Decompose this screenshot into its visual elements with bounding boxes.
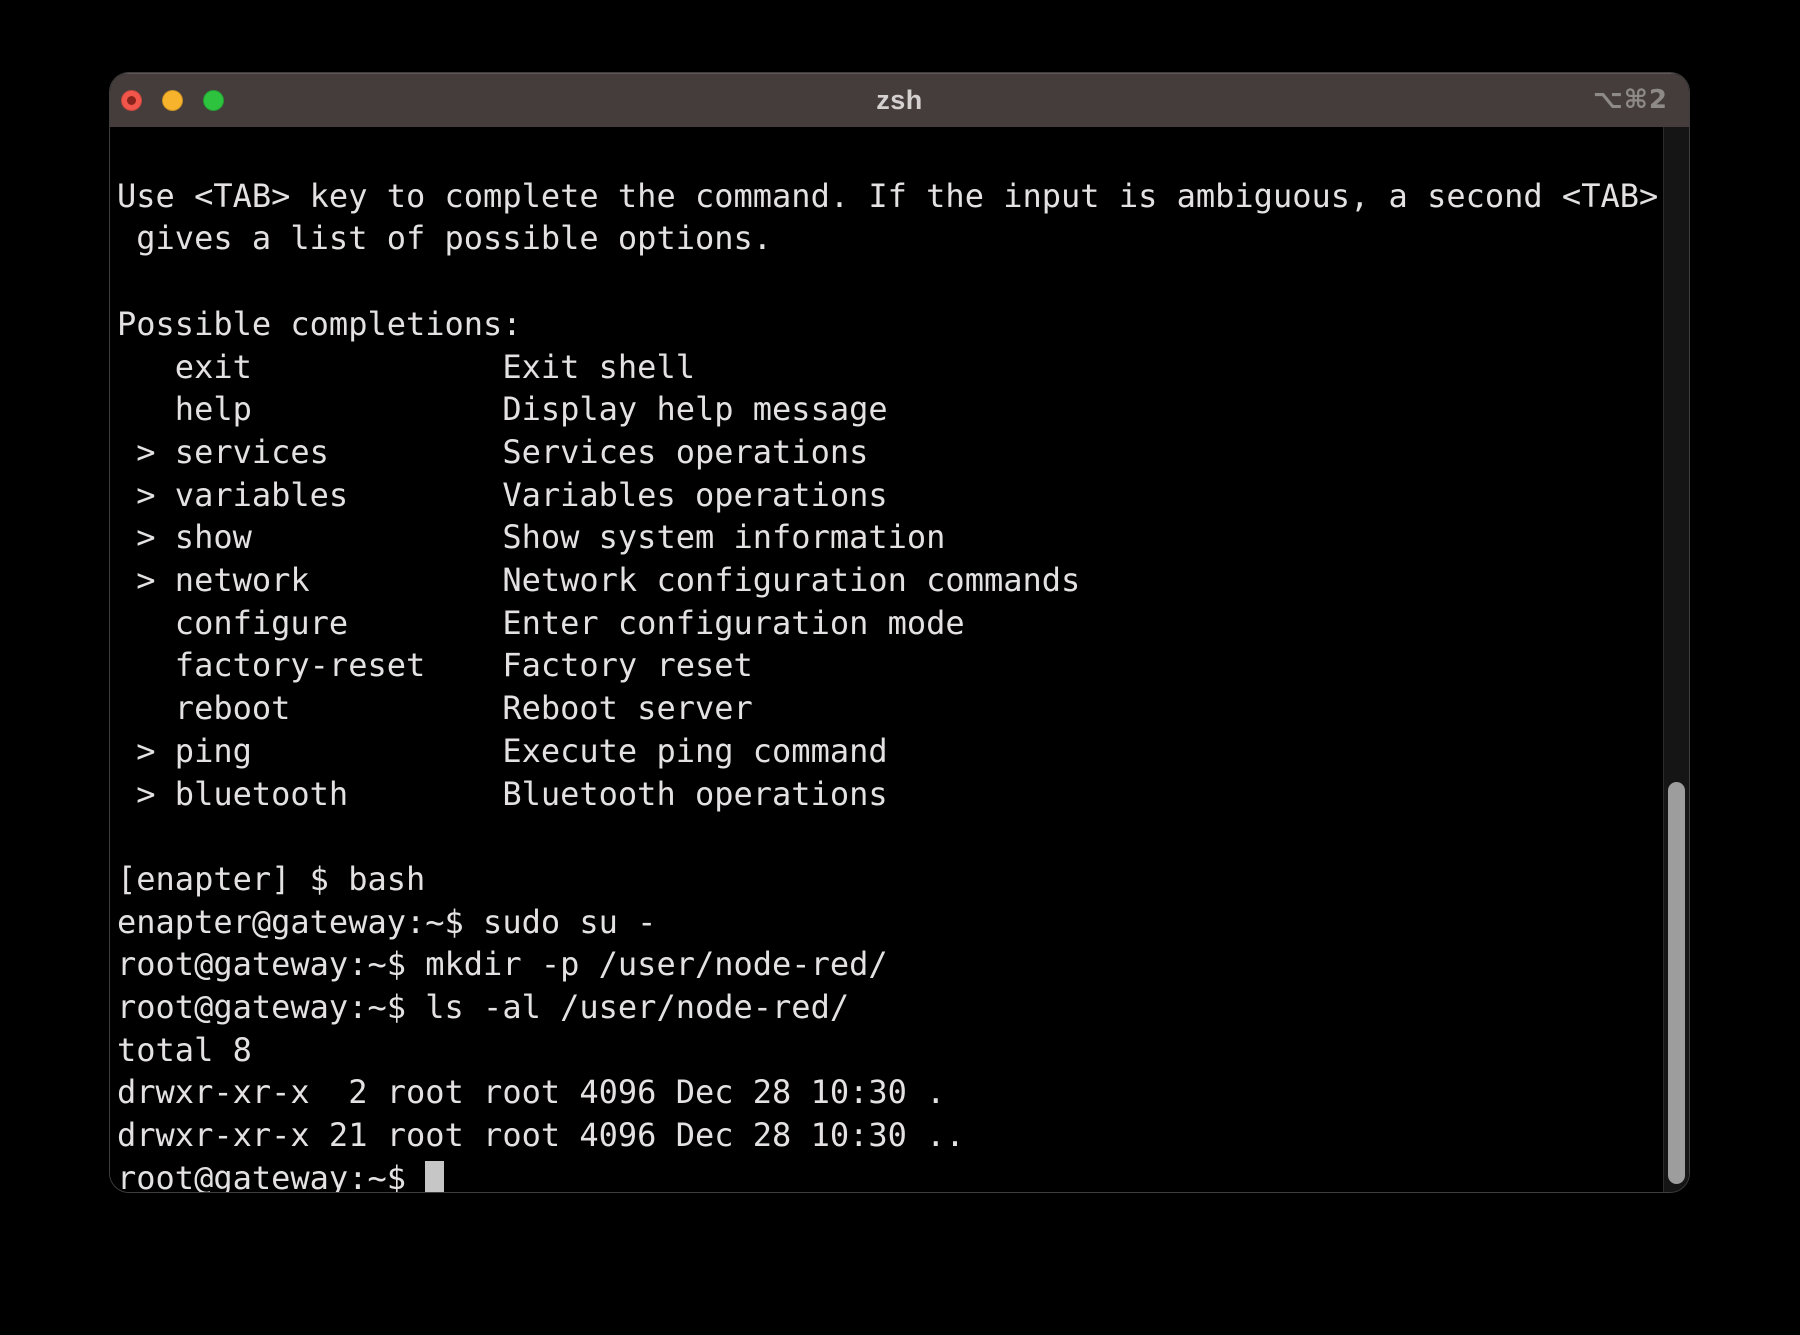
prompt-text: root@gateway:~$ bbox=[117, 1159, 425, 1192]
text-cursor bbox=[425, 1161, 444, 1192]
minimize-button[interactable] bbox=[162, 90, 183, 111]
scrollbar-thumb[interactable] bbox=[1668, 782, 1685, 1184]
keyboard-shortcut-badge: ⌥⌘2 bbox=[1593, 73, 1668, 127]
titlebar[interactable]: zsh ⌥⌘2 bbox=[110, 73, 1689, 127]
terminal-window: zsh ⌥⌘2 Use <TAB> key to complete the co… bbox=[109, 72, 1690, 1193]
prompt-line: root@gateway:~$ bbox=[110, 1157, 1689, 1192]
scrollbar-track[interactable] bbox=[1663, 127, 1689, 1192]
terminal-output: Use <TAB> key to complete the command. I… bbox=[110, 127, 1689, 1157]
traffic-lights bbox=[121, 73, 224, 127]
close-button[interactable] bbox=[121, 90, 142, 111]
terminal-screen[interactable]: Use <TAB> key to complete the command. I… bbox=[110, 127, 1689, 1192]
unsaved-changes-dot-icon bbox=[127, 96, 136, 105]
zoom-button[interactable] bbox=[203, 90, 224, 111]
window-title: zsh bbox=[876, 85, 923, 116]
